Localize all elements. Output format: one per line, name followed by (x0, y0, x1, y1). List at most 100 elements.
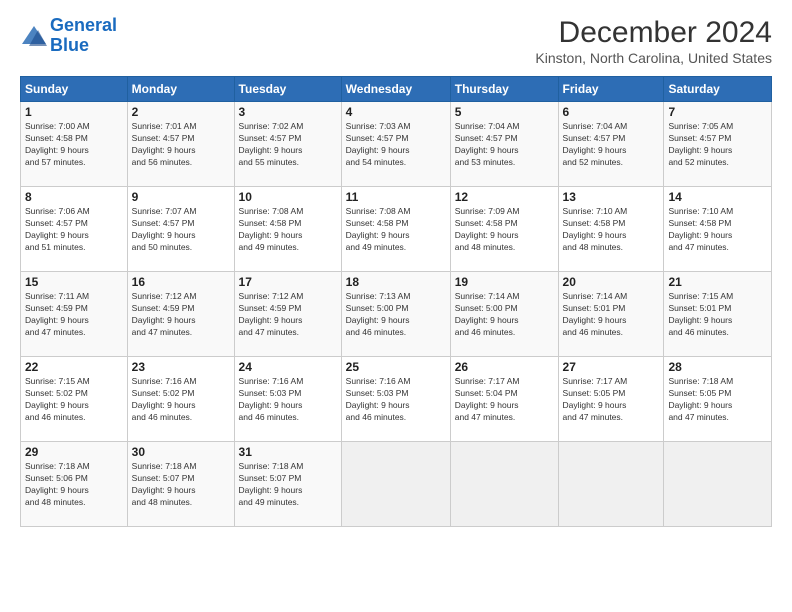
day-number: 23 (132, 360, 230, 374)
calendar-cell: 28 Sunrise: 7:18 AM Sunset: 5:05 PM Dayli… (664, 357, 772, 442)
calendar-cell (341, 442, 450, 527)
calendar-cell: 3 Sunrise: 7:02 AM Sunset: 4:57 PM Daylig… (234, 102, 341, 187)
day-number: 14 (668, 190, 767, 204)
day-info: Sunrise: 7:16 AM Sunset: 5:03 PM Dayligh… (346, 376, 446, 424)
day-number: 4 (346, 105, 446, 119)
calendar-cell: 2Sunrise: 7:01 AM Sunset: 4:57 PM Daylig… (127, 102, 234, 187)
day-info: Sunrise: 7:10 AM Sunset: 4:58 PM Dayligh… (563, 206, 660, 254)
day-info: Sunrise: 7:18 AM Sunset: 5:07 PM Dayligh… (239, 461, 337, 509)
weekday-header-wednesday: Wednesday (341, 77, 450, 102)
calendar-title: December 2024 (535, 16, 772, 50)
calendar-cell: 22Sunrise: 7:15 AM Sunset: 5:02 PM Dayli… (21, 357, 128, 442)
day-info: Sunrise: 7:00 AM Sunset: 4:58 PM Dayligh… (25, 121, 123, 169)
calendar-cell: 16Sunrise: 7:12 AM Sunset: 4:59 PM Dayli… (127, 272, 234, 357)
day-number: 30 (132, 445, 230, 459)
day-number: 25 (346, 360, 446, 374)
day-number: 17 (239, 275, 337, 289)
day-number: 29 (25, 445, 123, 459)
calendar-cell: 23 Sunrise: 7:16 AM Sunset: 5:02 PM Dayli… (127, 357, 234, 442)
day-info: Sunrise: 7:18 AM Sunset: 5:06 PM Dayligh… (25, 461, 123, 509)
day-info: Sunrise: 7:04 AM Sunset: 4:57 PM Dayligh… (563, 121, 660, 169)
title-block: December 2024 Kinston, North Carolina, U… (535, 16, 772, 66)
calendar-cell: 27Sunrise: 7:17 AM Sunset: 5:05 PM Dayli… (558, 357, 664, 442)
calendar-cell: 21 Sunrise: 7:15 AM Sunset: 5:01 PM Dayli… (664, 272, 772, 357)
day-number: 21 (668, 275, 767, 289)
day-info: Sunrise: 7:18 AM Sunset: 5:05 PM Dayligh… (668, 376, 767, 424)
day-info: Sunrise: 7:15 AM Sunset: 5:02 PM Dayligh… (25, 376, 123, 424)
day-number: 7 (668, 105, 767, 119)
day-number: 3 (239, 105, 337, 119)
day-number: 11 (346, 190, 446, 204)
calendar-cell: 10Sunrise: 7:08 AM Sunset: 4:58 PM Dayli… (234, 187, 341, 272)
calendar-page: General Blue December 2024 Kinston, Nort… (0, 0, 792, 612)
day-info: Sunrise: 7:16 AM Sunset: 5:02 PM Dayligh… (132, 376, 230, 424)
calendar-week-row: 22Sunrise: 7:15 AM Sunset: 5:02 PM Dayli… (21, 357, 772, 442)
calendar-cell: 20 Sunrise: 7:14 AM Sunset: 5:01 PM Dayli… (558, 272, 664, 357)
calendar-cell: 12 Sunrise: 7:09 AM Sunset: 4:58 PM Dayli… (450, 187, 558, 272)
calendar-cell: 31 Sunrise: 7:18 AM Sunset: 5:07 PM Dayli… (234, 442, 341, 527)
calendar-subtitle: Kinston, North Carolina, United States (535, 50, 772, 66)
day-info: Sunrise: 7:10 AM Sunset: 4:58 PM Dayligh… (668, 206, 767, 254)
calendar-cell: 25 Sunrise: 7:16 AM Sunset: 5:03 PM Dayli… (341, 357, 450, 442)
day-info: Sunrise: 7:16 AM Sunset: 5:03 PM Dayligh… (239, 376, 337, 424)
day-info: Sunrise: 7:13 AM Sunset: 5:00 PM Dayligh… (346, 291, 446, 339)
day-info: Sunrise: 7:08 AM Sunset: 4:58 PM Dayligh… (346, 206, 446, 254)
weekday-header-monday: Monday (127, 77, 234, 102)
day-info: Sunrise: 7:02 AM Sunset: 4:57 PM Dayligh… (239, 121, 337, 169)
calendar-cell: 11 Sunrise: 7:08 AM Sunset: 4:58 PM Dayli… (341, 187, 450, 272)
logo-icon (20, 22, 48, 50)
day-number: 12 (455, 190, 554, 204)
day-number: 20 (563, 275, 660, 289)
day-number: 19 (455, 275, 554, 289)
day-info: Sunrise: 7:14 AM Sunset: 5:00 PM Dayligh… (455, 291, 554, 339)
day-number: 6 (563, 105, 660, 119)
calendar-cell: 8 Sunrise: 7:06 AM Sunset: 4:57 PM Daylig… (21, 187, 128, 272)
calendar-cell (450, 442, 558, 527)
day-number: 13 (563, 190, 660, 204)
weekday-header-tuesday: Tuesday (234, 77, 341, 102)
calendar-table: SundayMondayTuesdayWednesdayThursdayFrid… (20, 76, 772, 527)
calendar-cell: 1Sunrise: 7:00 AM Sunset: 4:58 PM Daylig… (21, 102, 128, 187)
day-info: Sunrise: 7:03 AM Sunset: 4:57 PM Dayligh… (346, 121, 446, 169)
calendar-cell: 6 Sunrise: 7:04 AM Sunset: 4:57 PM Daylig… (558, 102, 664, 187)
calendar-cell: 9 Sunrise: 7:07 AM Sunset: 4:57 PM Daylig… (127, 187, 234, 272)
header: General Blue December 2024 Kinston, Nort… (20, 16, 772, 66)
day-info: Sunrise: 7:17 AM Sunset: 5:04 PM Dayligh… (455, 376, 554, 424)
day-number: 9 (132, 190, 230, 204)
weekday-header-thursday: Thursday (450, 77, 558, 102)
day-number: 8 (25, 190, 123, 204)
day-info: Sunrise: 7:08 AM Sunset: 4:58 PM Dayligh… (239, 206, 337, 254)
day-info: Sunrise: 7:14 AM Sunset: 5:01 PM Dayligh… (563, 291, 660, 339)
day-info: Sunrise: 7:15 AM Sunset: 5:01 PM Dayligh… (668, 291, 767, 339)
calendar-cell: 30 Sunrise: 7:18 AM Sunset: 5:07 PM Dayli… (127, 442, 234, 527)
day-number: 16 (132, 275, 230, 289)
calendar-cell: 13 Sunrise: 7:10 AM Sunset: 4:58 PM Dayli… (558, 187, 664, 272)
calendar-cell: 26 Sunrise: 7:17 AM Sunset: 5:04 PM Dayli… (450, 357, 558, 442)
calendar-cell: 14 Sunrise: 7:10 AM Sunset: 4:58 PM Dayli… (664, 187, 772, 272)
calendar-cell: 29 Sunrise: 7:18 AM Sunset: 5:06 PM Dayli… (21, 442, 128, 527)
calendar-cell: 24 Sunrise: 7:16 AM Sunset: 5:03 PM Dayli… (234, 357, 341, 442)
day-number: 26 (455, 360, 554, 374)
day-number: 24 (239, 360, 337, 374)
day-info: Sunrise: 7:09 AM Sunset: 4:58 PM Dayligh… (455, 206, 554, 254)
calendar-week-row: 8 Sunrise: 7:06 AM Sunset: 4:57 PM Daylig… (21, 187, 772, 272)
calendar-cell: 15Sunrise: 7:11 AM Sunset: 4:59 PM Dayli… (21, 272, 128, 357)
day-info: Sunrise: 7:12 AM Sunset: 4:59 PM Dayligh… (239, 291, 337, 339)
calendar-cell: 19 Sunrise: 7:14 AM Sunset: 5:00 PM Dayli… (450, 272, 558, 357)
calendar-cell: 7Sunrise: 7:05 AM Sunset: 4:57 PM Daylig… (664, 102, 772, 187)
weekday-header-sunday: Sunday (21, 77, 128, 102)
weekday-header-saturday: Saturday (664, 77, 772, 102)
day-number: 28 (668, 360, 767, 374)
day-number: 31 (239, 445, 337, 459)
day-info: Sunrise: 7:18 AM Sunset: 5:07 PM Dayligh… (132, 461, 230, 509)
calendar-week-row: 15Sunrise: 7:11 AM Sunset: 4:59 PM Dayli… (21, 272, 772, 357)
day-info: Sunrise: 7:04 AM Sunset: 4:57 PM Dayligh… (455, 121, 554, 169)
logo-text: General Blue (50, 16, 117, 56)
calendar-cell (558, 442, 664, 527)
day-number: 5 (455, 105, 554, 119)
day-number: 27 (563, 360, 660, 374)
calendar-cell: 5 Sunrise: 7:04 AM Sunset: 4:57 PM Daylig… (450, 102, 558, 187)
day-info: Sunrise: 7:07 AM Sunset: 4:57 PM Dayligh… (132, 206, 230, 254)
day-info: Sunrise: 7:06 AM Sunset: 4:57 PM Dayligh… (25, 206, 123, 254)
day-number: 2 (132, 105, 230, 119)
